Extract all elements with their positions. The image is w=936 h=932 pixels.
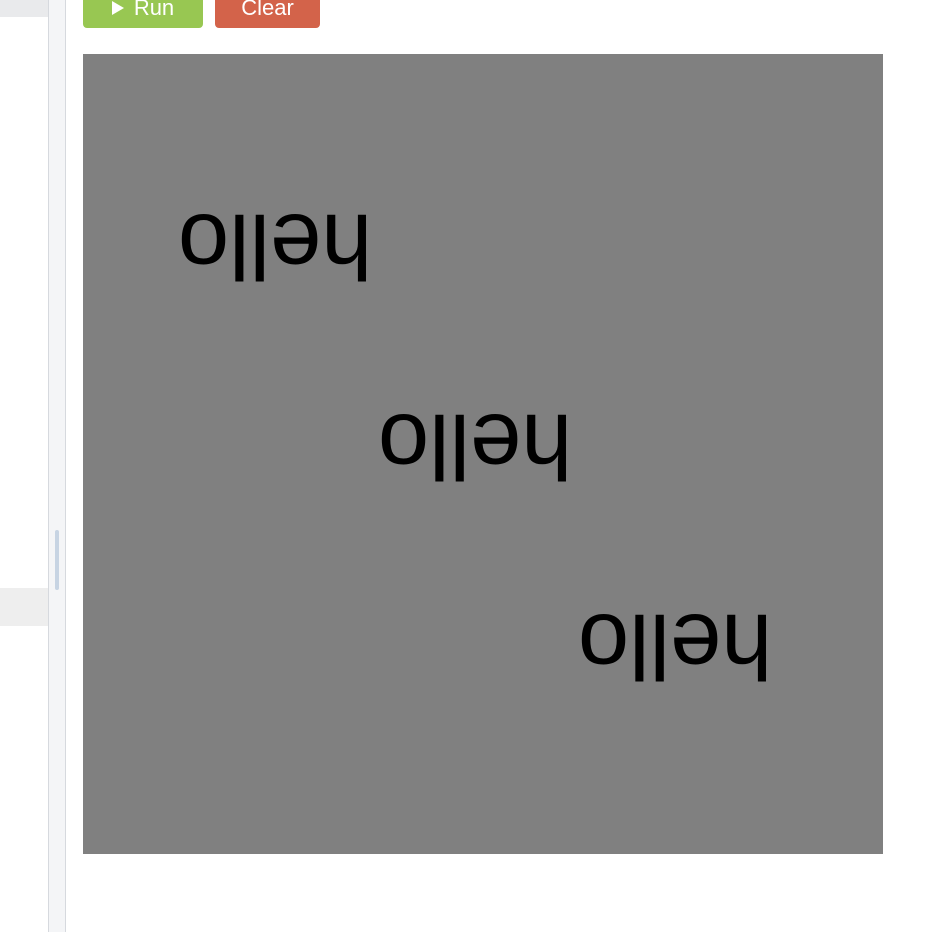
run-button[interactable]: Run: [83, 0, 203, 28]
play-icon: [111, 1, 124, 15]
canvas-text-3: hello: [578, 595, 773, 697]
canvas-text-1: hello: [178, 195, 373, 297]
splitter-handle[interactable]: [55, 530, 59, 590]
clear-button[interactable]: Clear: [215, 0, 320, 28]
pane-splitter[interactable]: [48, 0, 66, 932]
left-panel-selected-row[interactable]: [0, 588, 48, 626]
clear-button-label: Clear: [241, 0, 294, 20]
canvas-text-2: hello: [378, 395, 573, 497]
left-panel-top-strip: [0, 0, 48, 17]
output-canvas[interactable]: hello hello hello: [83, 54, 883, 854]
run-button-label: Run: [133, 0, 175, 20]
left-panel: [0, 0, 48, 932]
